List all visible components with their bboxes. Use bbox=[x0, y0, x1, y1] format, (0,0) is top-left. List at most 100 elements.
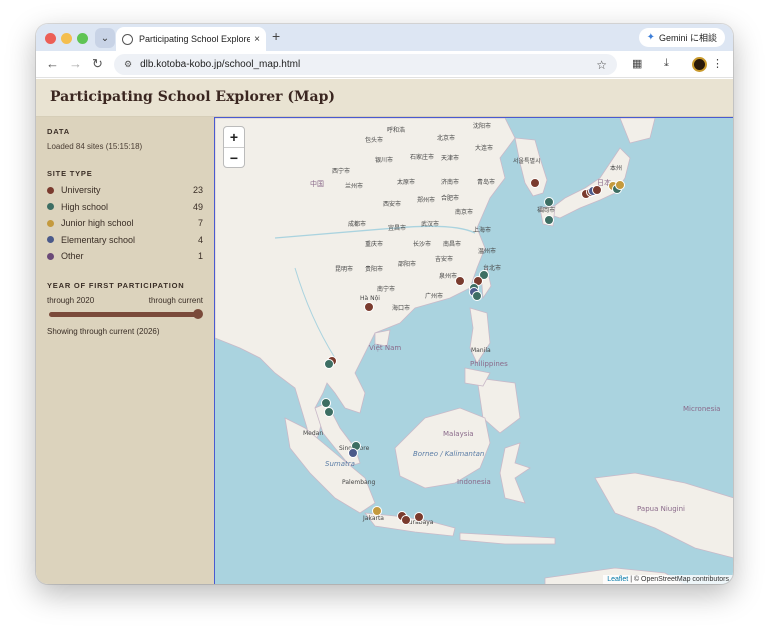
map-label-nanjing: 南京市 bbox=[455, 208, 473, 216]
marker-high-school[interactable] bbox=[544, 197, 554, 207]
map-label-guangzhou: 广州市 bbox=[425, 292, 443, 300]
gemini-button[interactable]: ✦ Gemini に相談 bbox=[638, 28, 725, 47]
map-label-zhengzhou: 郑州市 bbox=[417, 196, 435, 204]
zoom-control: + − bbox=[223, 126, 245, 168]
map-label-xian: 西安市 bbox=[383, 200, 401, 208]
slider-min-label: through 2020 bbox=[47, 295, 95, 305]
map-label-hanoi: Hà Nội bbox=[360, 295, 380, 302]
map-label-jinan: 济南市 bbox=[441, 178, 459, 186]
map-label-xining: 西宁市 bbox=[332, 167, 350, 175]
extensions-icon[interactable]: ▦ bbox=[632, 57, 642, 70]
land-sulawesi bbox=[499, 442, 531, 504]
marker-university[interactable] bbox=[401, 515, 411, 525]
marker-high-school[interactable] bbox=[321, 398, 331, 408]
legend-swatch bbox=[47, 252, 54, 260]
showing-status: Showing through current (2026) bbox=[47, 326, 160, 336]
address-bar[interactable]: ⚙ dlb.kotoba-kobo.jp/school_map.html ☆ bbox=[114, 54, 617, 75]
tab-title: Participating School Explorer bbox=[139, 34, 251, 44]
marker-junior-high-school[interactable] bbox=[615, 180, 625, 190]
slider-thumb[interactable] bbox=[193, 308, 203, 319]
marker-university[interactable] bbox=[592, 185, 602, 195]
map-label-indonesia: Indonesia bbox=[457, 478, 491, 486]
site-type-legend: University 23 High school 49 Junior high… bbox=[47, 182, 203, 265]
marker-junior-high-school[interactable] bbox=[372, 506, 382, 516]
tab-active[interactable]: Participating School Explorer × bbox=[116, 27, 266, 51]
bookmark-star-icon[interactable]: ☆ bbox=[596, 58, 607, 72]
legend-item-other[interactable]: Other 1 bbox=[47, 248, 203, 265]
map-label-shenyang: 沈阳市 bbox=[473, 122, 491, 130]
land-mainland bbox=[215, 118, 516, 450]
close-window-button[interactable] bbox=[45, 33, 56, 44]
land-korea bbox=[514, 137, 548, 197]
back-arrow-icon[interactable]: ← bbox=[46, 56, 59, 71]
loaded-status: Loaded 84 sites (15:15:18) bbox=[47, 142, 143, 151]
menu-kebab-icon[interactable]: ⋮ bbox=[712, 57, 723, 70]
map-attribution: Leaflet | © OpenStreetMap contributors bbox=[603, 575, 733, 584]
map-label-medan: Medan bbox=[303, 430, 323, 437]
globe-icon bbox=[122, 33, 133, 45]
map-label-changsha: 长沙市 bbox=[413, 240, 431, 248]
map-label-borneo: Borneo / Kalimantan bbox=[413, 450, 484, 458]
map-tiles: 中国 呼和浩 包头市 北京市 沈阳市 大连市 银川市 太原市 石家庄市 天津市 … bbox=[215, 118, 733, 584]
page-title: Participating School Explorer (Map) bbox=[50, 89, 335, 105]
map-label-malaysia: Malaysia bbox=[443, 430, 474, 438]
legend-item-junior-high-school[interactable]: Junior high school 7 bbox=[47, 215, 203, 232]
marker-high-school[interactable] bbox=[544, 215, 554, 225]
land-borneo bbox=[394, 407, 491, 489]
map-label-nanning: 南宁市 bbox=[377, 285, 395, 293]
minimize-window-button[interactable] bbox=[61, 33, 72, 44]
tab-search-chevron-icon[interactable]: ⌄ bbox=[95, 28, 115, 48]
land-hokkaido bbox=[619, 118, 656, 144]
marker-high-school[interactable] bbox=[324, 359, 334, 369]
marker-university[interactable] bbox=[530, 178, 540, 188]
map-label-honshu: 本州 bbox=[610, 164, 622, 172]
map-label-manila: Manila bbox=[471, 347, 491, 354]
legend-count: 4 bbox=[197, 234, 203, 245]
reload-icon[interactable]: ↻ bbox=[92, 56, 103, 72]
map-label-shaoyang: 邵阳市 bbox=[398, 260, 416, 268]
map-label-yichang: 宜昌市 bbox=[388, 224, 406, 232]
legend-item-high-school[interactable]: High school 49 bbox=[47, 199, 203, 216]
marker-elementary-school[interactable] bbox=[348, 448, 358, 458]
map-label-lanzhou: 兰州市 bbox=[345, 182, 363, 190]
legend-swatch bbox=[47, 236, 54, 244]
marker-high-school[interactable] bbox=[472, 291, 482, 301]
map-label-china: 中国 bbox=[310, 179, 324, 188]
year-slider[interactable] bbox=[47, 307, 203, 321]
slider-labels: through 2020 through current bbox=[47, 296, 203, 305]
map-label-philippines: Philippines bbox=[470, 360, 508, 368]
land-luzon bbox=[469, 307, 491, 364]
map-label-jakarta: Jakarta bbox=[362, 515, 384, 522]
marker-university[interactable] bbox=[455, 276, 465, 286]
leaflet-link[interactable]: Leaflet bbox=[607, 576, 628, 583]
sparkle-icon: ✦ bbox=[646, 32, 655, 43]
map-label-hefei: 合肥市 bbox=[441, 194, 459, 202]
map-label-seoul: 서울특별시 bbox=[513, 157, 541, 165]
legend-item-elementary-school[interactable]: Elementary school 4 bbox=[47, 232, 203, 249]
legend-label: High school bbox=[61, 201, 109, 212]
url-text: dlb.kotoba-kobo.jp/school_map.html bbox=[140, 59, 301, 70]
legend-count: 49 bbox=[192, 201, 203, 212]
download-icon[interactable]: ⤓ bbox=[664, 57, 669, 70]
marker-university[interactable] bbox=[364, 302, 374, 312]
map-label-chongqing: 重庆市 bbox=[365, 240, 383, 248]
zoom-out-button[interactable]: − bbox=[224, 147, 244, 167]
slider-track[interactable] bbox=[49, 311, 201, 317]
marker-university[interactable] bbox=[414, 512, 424, 522]
map-label-baotou: 包头市 bbox=[365, 136, 383, 144]
zoom-in-button[interactable]: + bbox=[224, 127, 244, 147]
forward-arrow-icon[interactable]: → bbox=[69, 56, 82, 71]
map-label-palembang: Palembang bbox=[342, 479, 376, 486]
slider-max-label: through current bbox=[148, 295, 203, 305]
legend-swatch bbox=[47, 203, 54, 211]
new-tab-button[interactable]: + bbox=[272, 28, 280, 44]
map-view[interactable]: 中国 呼和浩 包头市 北京市 沈阳市 大连市 银川市 太原市 石家庄市 天津市 … bbox=[214, 117, 733, 584]
data-heading: DATA bbox=[47, 127, 70, 136]
profile-avatar[interactable] bbox=[692, 57, 707, 72]
site-info-icon[interactable]: ⚙ bbox=[124, 59, 132, 70]
legend-item-university[interactable]: University 23 bbox=[47, 182, 203, 199]
marker-high-school[interactable] bbox=[324, 407, 334, 417]
map-label-dalian: 大连市 bbox=[475, 144, 493, 152]
maximize-window-button[interactable] bbox=[77, 33, 88, 44]
tab-close-icon[interactable]: × bbox=[254, 34, 260, 45]
